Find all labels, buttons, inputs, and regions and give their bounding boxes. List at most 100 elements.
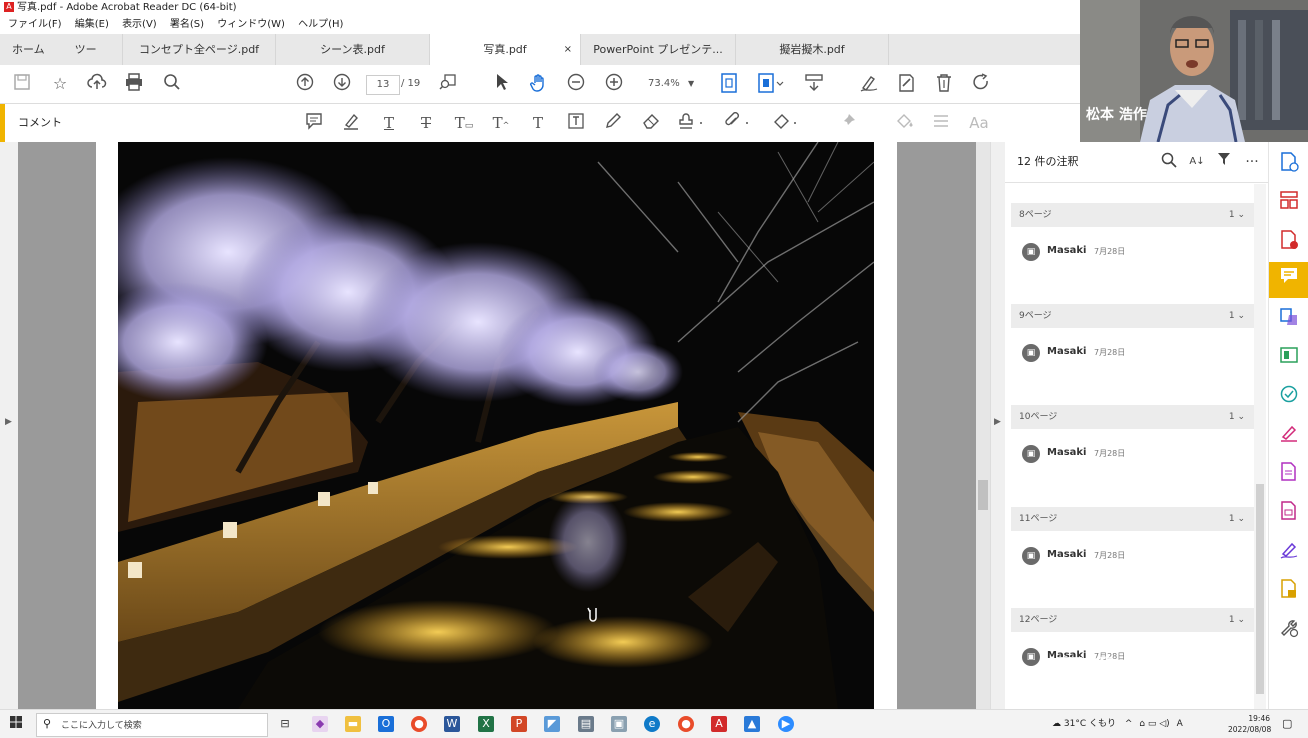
previous-page-icon[interactable] bbox=[294, 73, 316, 95]
request-signature-icon[interactable] bbox=[1278, 540, 1300, 562]
stamp-icon[interactable] bbox=[678, 112, 708, 134]
tab-home[interactable]: ホーム bbox=[12, 43, 45, 56]
tab-doc-photo[interactable]: 写真.pdf × bbox=[430, 34, 581, 65]
next-page-icon[interactable] bbox=[331, 73, 353, 95]
attach-file-icon[interactable] bbox=[724, 112, 754, 134]
outlook-icon[interactable]: O bbox=[378, 716, 394, 732]
comment-group-header[interactable]: 12ページ 1 ⌄ bbox=[1011, 608, 1255, 632]
pin-icon[interactable] bbox=[837, 112, 859, 134]
zoom-taskbar-icon[interactable]: ▶ bbox=[778, 716, 794, 732]
pencil-draw-icon[interactable] bbox=[602, 112, 624, 134]
tab-doc-scene[interactable]: シーン表.pdf bbox=[276, 34, 430, 65]
notification-icon[interactable]: ▢ bbox=[1282, 717, 1292, 730]
sort-icon[interactable]: A↓ bbox=[1187, 152, 1207, 172]
page-display-icon[interactable] bbox=[756, 73, 786, 95]
taskbar-search-box[interactable]: ⚲ ここに入力して検索 bbox=[36, 713, 268, 737]
app-icon-4[interactable]: ▣ bbox=[611, 716, 627, 732]
scan-ocr-icon[interactable] bbox=[1278, 384, 1300, 406]
zoom-in-icon[interactable] bbox=[603, 73, 625, 95]
insert-text-icon[interactable]: T^ bbox=[490, 112, 512, 134]
underline-text-icon[interactable]: T bbox=[378, 112, 400, 134]
edit-pdf-icon[interactable] bbox=[1278, 345, 1300, 367]
fill-color-icon[interactable] bbox=[893, 112, 915, 134]
comment-item[interactable]: ▣ Masaki 7月28日 bbox=[1011, 429, 1255, 499]
ime-indicator[interactable]: A bbox=[1177, 719, 1183, 729]
comment-item[interactable]: ▣ Masaki 7月28日 bbox=[1011, 531, 1255, 601]
sign-pen-icon[interactable] bbox=[858, 73, 880, 95]
acrobat-taskbar-icon[interactable]: A bbox=[711, 716, 727, 732]
document-scrollbar-thumb[interactable] bbox=[978, 480, 988, 510]
menu-view[interactable]: 表示(V) bbox=[122, 19, 157, 30]
cherry-blossom-night-photo[interactable] bbox=[118, 142, 874, 709]
search-icon[interactable] bbox=[1159, 152, 1179, 172]
zoom-level-select[interactable]: 73.4% ▼ bbox=[640, 75, 698, 93]
tray-overflow-icon[interactable]: ^ bbox=[1125, 719, 1133, 729]
prepare-form-icon[interactable] bbox=[1278, 501, 1300, 523]
file-explorer-icon[interactable]: ▬ bbox=[345, 716, 361, 732]
send-for-review-icon[interactable] bbox=[1278, 462, 1300, 484]
comments-scrollbar[interactable] bbox=[1254, 184, 1266, 709]
tab-doc-powerpoint[interactable]: PowerPoint プレゼンテ... bbox=[581, 34, 736, 65]
chrome-icon[interactable]: ● bbox=[411, 716, 427, 732]
comment-tool-icon[interactable] bbox=[1269, 262, 1308, 298]
replace-text-icon[interactable]: T▭ bbox=[452, 112, 476, 134]
left-panel-toggle[interactable]: ▶ bbox=[0, 142, 18, 709]
word-icon[interactable]: W bbox=[444, 716, 460, 732]
comment-group-header[interactable]: 11ページ 1 ⌄ bbox=[1011, 507, 1255, 531]
tab-doc-rock[interactable]: 擬岩擬木.pdf bbox=[736, 34, 889, 65]
comment-group-header[interactable]: 9ページ 1 ⌄ bbox=[1011, 304, 1255, 328]
comment-group-header[interactable]: 8ページ 1 ⌄ bbox=[1011, 203, 1255, 227]
network-icon[interactable]: ⌂ bbox=[1139, 719, 1145, 729]
photos-icon[interactable]: ▲ bbox=[744, 716, 760, 732]
eraser-icon[interactable] bbox=[640, 112, 662, 134]
sticky-note-icon[interactable] bbox=[303, 112, 325, 134]
tab-doc-concept[interactable]: コンセプト全ページ.pdf bbox=[123, 34, 276, 65]
export-pdf-icon[interactable] bbox=[1278, 230, 1300, 252]
create-pdf-icon[interactable] bbox=[1278, 152, 1300, 174]
right-panel-toggle[interactable]: ▶ bbox=[990, 142, 1005, 709]
combine-files-icon[interactable] bbox=[1278, 307, 1300, 329]
weather-text[interactable]: 31°C くもり bbox=[1064, 719, 1116, 729]
menu-sign[interactable]: 署名(S) bbox=[170, 19, 204, 30]
speaker-icon[interactable]: ◁) bbox=[1159, 719, 1169, 729]
zoom-search-icon[interactable] bbox=[161, 73, 183, 95]
menu-help[interactable]: ヘルプ(H) bbox=[298, 19, 343, 30]
select-cursor-icon[interactable] bbox=[491, 73, 513, 95]
powerpoint-icon[interactable]: P bbox=[511, 716, 527, 732]
battery-icon[interactable]: ▭ bbox=[1148, 719, 1157, 729]
text-properties-button[interactable]: Aa bbox=[966, 112, 992, 134]
app-icon-3[interactable]: ▤ bbox=[578, 716, 594, 732]
edge-icon[interactable]: e bbox=[644, 716, 660, 732]
app-icon-2[interactable]: ◤ bbox=[544, 716, 560, 732]
excel-icon[interactable]: X bbox=[478, 716, 494, 732]
organize-pages-icon[interactable] bbox=[1278, 190, 1300, 212]
close-tab-icon[interactable]: × bbox=[564, 34, 572, 65]
fill-and-sign-icon[interactable] bbox=[1278, 423, 1300, 445]
comment-group-header[interactable]: 10ページ 1 ⌄ bbox=[1011, 405, 1255, 429]
menu-edit[interactable]: 編集(E) bbox=[75, 19, 109, 30]
line-style-icon[interactable] bbox=[930, 112, 952, 134]
protect-pdf-icon[interactable] bbox=[1278, 579, 1300, 601]
comment-item[interactable]: ▣ Masaki 7月28日 bbox=[1011, 227, 1255, 297]
shapes-icon[interactable] bbox=[772, 112, 802, 134]
save-icon[interactable] bbox=[11, 73, 33, 95]
fill-sign-icon[interactable] bbox=[895, 73, 917, 95]
menu-file[interactable]: ファイル(F) bbox=[8, 19, 62, 30]
comment-item[interactable]: ▣ Masaki 7月28日 bbox=[1011, 328, 1255, 398]
bookmark-star-icon[interactable]: ☆ bbox=[49, 73, 71, 95]
find-text-icon[interactable] bbox=[437, 73, 459, 95]
app-icon-1[interactable]: ◆ bbox=[312, 716, 328, 732]
filter-icon[interactable] bbox=[1214, 152, 1234, 172]
highlight-pen-icon[interactable] bbox=[340, 112, 362, 134]
more-options-icon[interactable]: ··· bbox=[1242, 152, 1262, 172]
document-scrollbar[interactable] bbox=[976, 142, 990, 709]
strikethrough-text-icon[interactable]: T bbox=[415, 112, 437, 134]
scroll-mode-icon[interactable] bbox=[803, 73, 825, 95]
chrome-icon-2[interactable]: ● bbox=[678, 716, 694, 732]
task-view-icon[interactable]: ⊟ bbox=[277, 716, 293, 732]
fit-page-icon[interactable] bbox=[718, 73, 740, 95]
zoom-out-icon[interactable] bbox=[565, 73, 587, 95]
weather-icon[interactable]: ☁ bbox=[1052, 719, 1061, 729]
page-number-input[interactable]: 13 bbox=[366, 75, 400, 95]
hand-tool-icon[interactable] bbox=[528, 73, 550, 95]
